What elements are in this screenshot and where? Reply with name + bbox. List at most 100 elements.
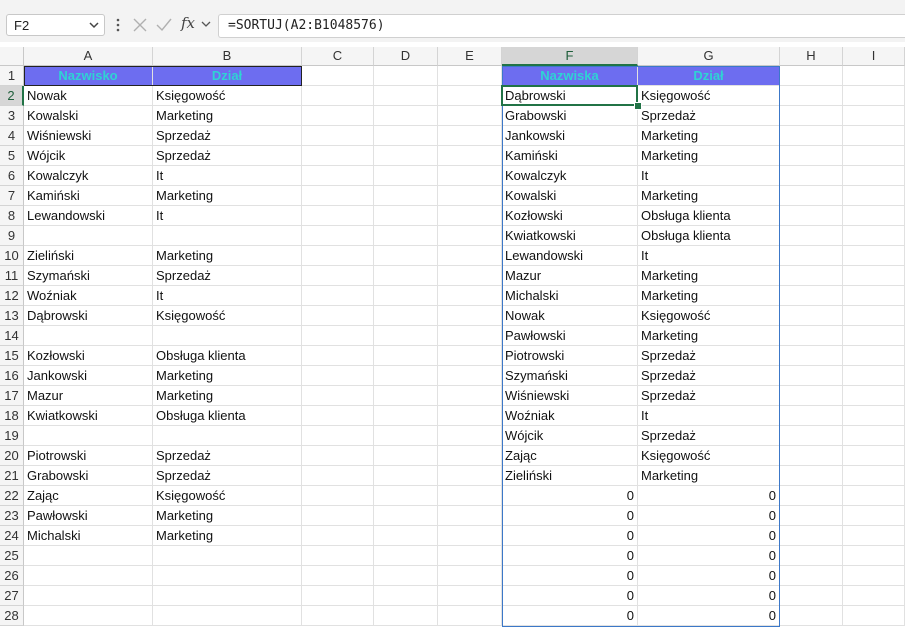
cell-b18[interactable]: Obsługa klienta bbox=[153, 406, 302, 426]
row-header-26[interactable]: 26 bbox=[0, 566, 24, 586]
cell-c25[interactable] bbox=[302, 546, 374, 566]
cell-f23[interactable]: 0 bbox=[502, 506, 638, 526]
cell-h27[interactable] bbox=[780, 586, 843, 606]
cell-h5[interactable] bbox=[780, 146, 843, 166]
cell-e10[interactable] bbox=[438, 246, 502, 266]
cell-h3[interactable] bbox=[780, 106, 843, 126]
cell-f20[interactable]: Zając bbox=[502, 446, 638, 466]
cell-f18[interactable]: Woźniak bbox=[502, 406, 638, 426]
cell-d8[interactable] bbox=[374, 206, 438, 226]
cell-c5[interactable] bbox=[302, 146, 374, 166]
cell-c22[interactable] bbox=[302, 486, 374, 506]
cell-i10[interactable] bbox=[843, 246, 905, 266]
row-header-8[interactable]: 8 bbox=[0, 206, 24, 226]
cell-f12[interactable]: Michalski bbox=[502, 286, 638, 306]
cell-a8[interactable]: Lewandowski bbox=[24, 206, 153, 226]
cell-f24[interactable]: 0 bbox=[502, 526, 638, 546]
cell-g16[interactable]: Sprzedaż bbox=[638, 366, 780, 386]
cell-g25[interactable]: 0 bbox=[638, 546, 780, 566]
cell-e19[interactable] bbox=[438, 426, 502, 446]
cell-a17[interactable]: Mazur bbox=[24, 386, 153, 406]
cell-d26[interactable] bbox=[374, 566, 438, 586]
cell-f2[interactable]: Dąbrowski bbox=[502, 86, 638, 106]
cell-f13[interactable]: Nowak bbox=[502, 306, 638, 326]
cell-c14[interactable] bbox=[302, 326, 374, 346]
cell-f10[interactable]: Lewandowski bbox=[502, 246, 638, 266]
cell-i22[interactable] bbox=[843, 486, 905, 506]
cell-h21[interactable] bbox=[780, 466, 843, 486]
cell-a19[interactable] bbox=[24, 426, 153, 446]
cell-e8[interactable] bbox=[438, 206, 502, 226]
cell-a11[interactable]: Szymański bbox=[24, 266, 153, 286]
cell-i23[interactable] bbox=[843, 506, 905, 526]
cell-i9[interactable] bbox=[843, 226, 905, 246]
cell-b24[interactable]: Marketing bbox=[153, 526, 302, 546]
cell-g1[interactable]: Dział bbox=[638, 66, 780, 86]
row-header-18[interactable]: 18 bbox=[0, 406, 24, 426]
cell-c27[interactable] bbox=[302, 586, 374, 606]
cell-h26[interactable] bbox=[780, 566, 843, 586]
cell-g11[interactable]: Marketing bbox=[638, 266, 780, 286]
cell-g15[interactable]: Sprzedaż bbox=[638, 346, 780, 366]
cell-g6[interactable]: It bbox=[638, 166, 780, 186]
cell-i17[interactable] bbox=[843, 386, 905, 406]
cell-b17[interactable]: Marketing bbox=[153, 386, 302, 406]
cell-g19[interactable]: Sprzedaż bbox=[638, 426, 780, 446]
cell-a26[interactable] bbox=[24, 566, 153, 586]
cell-c9[interactable] bbox=[302, 226, 374, 246]
cell-b19[interactable] bbox=[153, 426, 302, 446]
cell-c26[interactable] bbox=[302, 566, 374, 586]
cell-e28[interactable] bbox=[438, 606, 502, 626]
row-header-6[interactable]: 6 bbox=[0, 166, 24, 186]
cell-b10[interactable]: Marketing bbox=[153, 246, 302, 266]
cell-i3[interactable] bbox=[843, 106, 905, 126]
row-header-12[interactable]: 12 bbox=[0, 286, 24, 306]
cell-d22[interactable] bbox=[374, 486, 438, 506]
cell-e21[interactable] bbox=[438, 466, 502, 486]
row-header-1[interactable]: 1 bbox=[0, 66, 24, 86]
cell-i26[interactable] bbox=[843, 566, 905, 586]
cell-e5[interactable] bbox=[438, 146, 502, 166]
cell-i5[interactable] bbox=[843, 146, 905, 166]
cell-b11[interactable]: Sprzedaż bbox=[153, 266, 302, 286]
cell-f26[interactable]: 0 bbox=[502, 566, 638, 586]
cell-g2[interactable]: Księgowość bbox=[638, 86, 780, 106]
cell-g22[interactable]: 0 bbox=[638, 486, 780, 506]
cell-g7[interactable]: Marketing bbox=[638, 186, 780, 206]
cell-d2[interactable] bbox=[374, 86, 438, 106]
cell-a1[interactable]: Nazwisko bbox=[24, 66, 153, 86]
cell-h4[interactable] bbox=[780, 126, 843, 146]
row-header-16[interactable]: 16 bbox=[0, 366, 24, 386]
cell-c4[interactable] bbox=[302, 126, 374, 146]
cell-i21[interactable] bbox=[843, 466, 905, 486]
cell-b12[interactable]: It bbox=[153, 286, 302, 306]
cell-h2[interactable] bbox=[780, 86, 843, 106]
cell-h7[interactable] bbox=[780, 186, 843, 206]
cell-c12[interactable] bbox=[302, 286, 374, 306]
cell-f19[interactable]: Wójcik bbox=[502, 426, 638, 446]
cell-a25[interactable] bbox=[24, 546, 153, 566]
cell-g20[interactable]: Księgowość bbox=[638, 446, 780, 466]
cell-h24[interactable] bbox=[780, 526, 843, 546]
cell-b22[interactable]: Księgowość bbox=[153, 486, 302, 506]
cell-c2[interactable] bbox=[302, 86, 374, 106]
row-header-19[interactable]: 19 bbox=[0, 426, 24, 446]
cell-c28[interactable] bbox=[302, 606, 374, 626]
row-header-2[interactable]: 2 bbox=[0, 86, 24, 106]
cell-c10[interactable] bbox=[302, 246, 374, 266]
cell-i24[interactable] bbox=[843, 526, 905, 546]
row-header-28[interactable]: 28 bbox=[0, 606, 24, 626]
fx-icon[interactable]: fx bbox=[181, 14, 195, 32]
cell-d15[interactable] bbox=[374, 346, 438, 366]
cell-a3[interactable]: Kowalski bbox=[24, 106, 153, 126]
cell-e11[interactable] bbox=[438, 266, 502, 286]
cell-c11[interactable] bbox=[302, 266, 374, 286]
cell-d11[interactable] bbox=[374, 266, 438, 286]
cell-g18[interactable]: It bbox=[638, 406, 780, 426]
column-header-a[interactable]: A bbox=[24, 47, 153, 66]
cell-h9[interactable] bbox=[780, 226, 843, 246]
cell-a14[interactable] bbox=[24, 326, 153, 346]
cell-g26[interactable]: 0 bbox=[638, 566, 780, 586]
cell-c17[interactable] bbox=[302, 386, 374, 406]
cell-i1[interactable] bbox=[843, 66, 905, 86]
